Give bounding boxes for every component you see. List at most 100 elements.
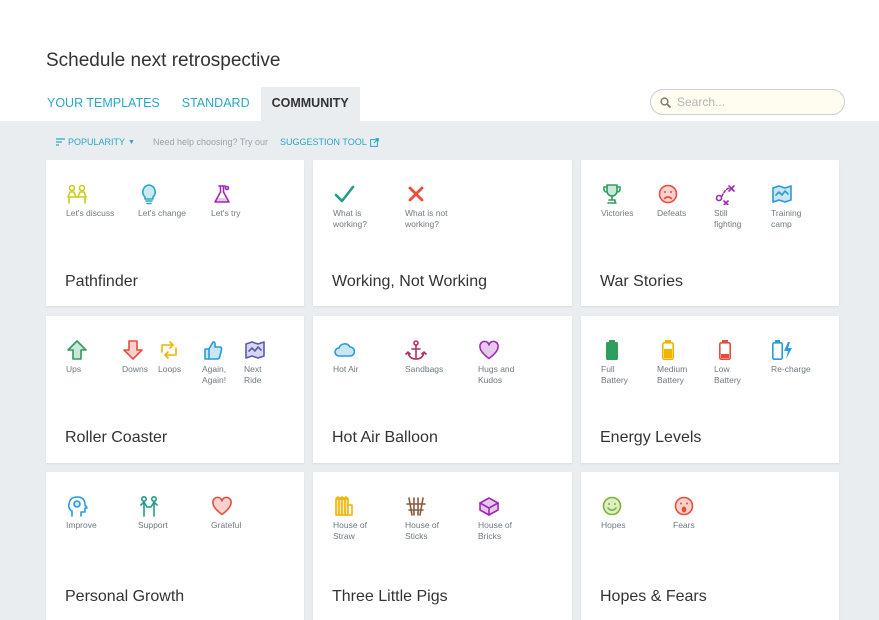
category-item: Improve [66,495,126,531]
template-title: Working, Not Working [332,273,488,290]
search-input[interactable] [677,95,827,109]
suggestion-tool-link[interactable]: SUGGESTION TOOL [280,137,379,147]
category-item: Full Battery [601,339,661,386]
category-item: Still fighting [714,183,774,230]
arrow-down-icon [123,340,143,360]
category-item: Victories [601,183,661,219]
category-label: Hot Air [333,364,359,374]
x-icon [408,186,424,202]
map-icon [772,185,792,203]
category-label: Improve [66,520,97,530]
search-box[interactable] [650,89,845,115]
sticks-icon [406,497,426,516]
template-card[interactable]: What is working? What is not working? Work… [313,160,572,306]
template-card[interactable]: Hot Air Sandbags Hugs and Kudos Hot Air Bal… [313,316,572,463]
flask-icon [214,185,230,203]
template-card[interactable]: Ups Downs Loops Again, Again! Next Ride Rolle… [46,316,304,463]
battery-medium-icon [662,340,674,360]
tab-your-templates[interactable]: YOUR TEMPLATES [36,87,171,121]
category-label: Ups [66,364,82,374]
map-icon [245,341,265,359]
category-item: House of Straw [333,495,393,542]
category-item: Let's try [211,183,271,219]
template-card[interactable]: Let's discuss Let's change Let's try Pathfi… [46,160,304,306]
thumbs-up-icon [204,341,223,360]
discuss-icon [67,184,87,204]
template-title: Energy Levels [600,429,702,446]
category-label: What is working? [333,208,368,229]
category-label: Let's change [138,208,186,218]
help-text: Need help choosing? Try our [152,137,269,147]
category-item: Ups [66,339,126,375]
sort-dropdown[interactable]: POPULARITY ▼ [56,137,135,147]
category-label: House of Bricks [478,520,513,541]
category-item: Fears [673,495,733,531]
category-item: Defeats [657,183,717,219]
category-item: Let's change [138,183,198,219]
tab-standard[interactable]: STANDARD [171,87,261,121]
category-item: Sandbags [405,339,465,375]
category-label: Grateful [211,520,242,530]
category-label: Hopes [601,520,626,530]
heart-icon [479,340,499,360]
people-icon [140,495,158,517]
templates-area: POPULARITY ▼ Need help choosing? Try our… [0,121,879,620]
category-item: House of Bricks [478,495,538,542]
template-title: Three Little Pigs [332,588,448,605]
strategy-icon [715,185,735,205]
category-item: Next Ride [244,339,304,386]
category-label: Let's discuss [66,208,115,218]
sad-face-icon [658,184,678,204]
check-icon [334,185,355,203]
category-label: Re-charge [771,364,811,374]
category-item: Low Battery [714,339,774,386]
category-label: Training camp [771,208,802,229]
category-label: Fears [673,520,695,530]
template-title: Hot Air Balloon [332,429,438,446]
category-item: Grateful [211,495,271,531]
template-card[interactable]: House of Straw House of Sticks House of Br… [313,472,572,620]
category-item: Medium Battery [657,339,717,386]
category-item: Re-charge [771,339,831,375]
template-title: Personal Growth [65,588,185,605]
category-label: House of Sticks [405,520,440,541]
straw-icon [335,496,353,516]
category-label: Let's try [211,208,241,218]
template-title: Pathfinder [65,273,138,290]
category-item: Hot Air [333,339,393,375]
template-card[interactable]: Improve Support Grateful Personal Growth [46,472,304,620]
loop-icon [161,341,177,359]
category-item: What is working? [333,183,393,230]
category-item: House of Sticks [405,495,465,542]
category-label: Low Battery [714,364,741,385]
category-label: Support [138,520,168,530]
template-title: Hopes & Fears [600,588,707,605]
caret-down-icon: ▼ [128,138,135,146]
template-title: War Stories [600,273,683,290]
category-item: Let's discuss [66,183,126,219]
battery-charge-icon [771,340,792,360]
category-item: Hopes [601,495,661,531]
anchor-icon [405,340,427,360]
smile-icon [602,496,622,516]
sort-icon [56,138,65,146]
scared-face-icon [674,496,694,516]
category-label: Full Battery [601,364,628,385]
template-tabs: YOUR TEMPLATES STANDARD COMMUNITY [36,87,360,121]
trophy-icon [603,184,621,204]
category-label: Still fighting [714,208,742,229]
template-card[interactable]: Full Battery Medium Battery Low Battery Re-… [581,316,839,463]
template-card[interactable]: Hopes Fears Hopes & Fears [581,472,839,620]
category-item: Training camp [771,183,831,230]
toolbar: POPULARITY ▼ Need help choosing? Try our… [56,135,379,149]
page-title: Schedule next retrospective [46,50,281,71]
template-card[interactable]: Victories Defeats Still fighting Training c… [581,160,839,306]
head-bulb-icon [68,496,88,517]
tab-community[interactable]: COMMUNITY [260,87,360,121]
category-label: Defeats [657,208,687,218]
lightbulb-icon [142,184,156,205]
heart-icon [212,496,232,516]
template-title: Roller Coaster [65,429,168,446]
category-item: Hugs and Kudos [478,339,538,386]
category-label: Next Ride [244,364,262,385]
